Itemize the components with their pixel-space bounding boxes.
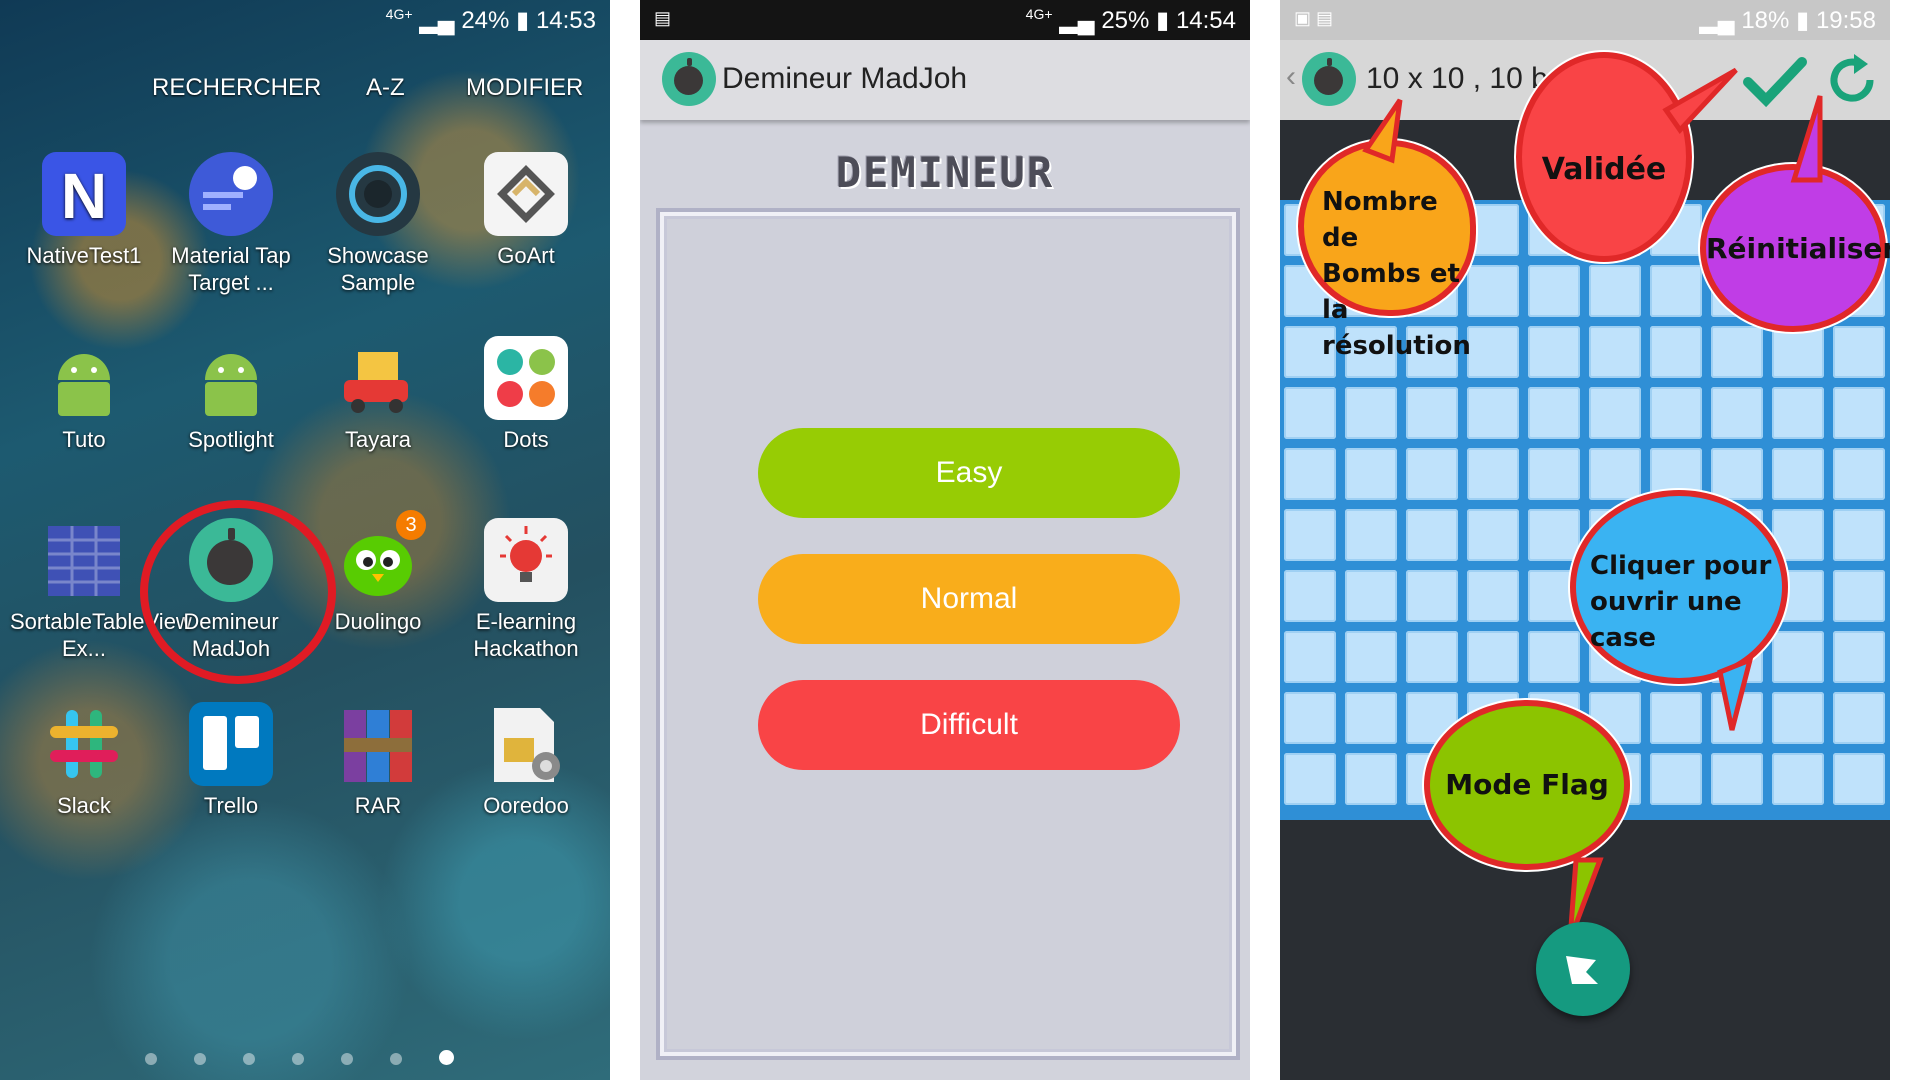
app-bar: Demineur MadJoh	[640, 40, 1250, 120]
app-label: Slack	[57, 793, 111, 818]
page-dot[interactable]	[292, 1053, 304, 1065]
signal-icon: ▂▄	[1059, 7, 1095, 34]
app-label: SortableTableView Ex...	[10, 609, 192, 661]
app-label: Spotlight	[188, 427, 274, 452]
showcase-icon	[336, 152, 420, 236]
duolingo-icon: 3	[336, 510, 426, 602]
app-spotlight[interactable]: Spotlight	[157, 336, 305, 453]
app-label: Showcase Sample	[327, 243, 429, 295]
normal-button[interactable]: Normal	[758, 554, 1180, 644]
app-goart[interactable]: GoArt	[452, 152, 600, 269]
app-trello[interactable]: Trello	[157, 702, 305, 819]
game-heading: DEMINEUR	[835, 148, 1055, 197]
bubble-tails	[1362, 67, 1823, 941]
app-showcase-sample[interactable]: Showcase Sample	[304, 152, 452, 296]
app-nativetest1[interactable]: N NativeTest1	[10, 152, 158, 269]
bulb-icon	[484, 518, 568, 602]
page-dot[interactable]	[341, 1053, 353, 1065]
native-n-icon: N	[42, 152, 126, 236]
menu-board: Easy Normal Difficult	[656, 208, 1240, 1060]
app-sortabletableview[interactable]: SortableTableView Ex...	[10, 518, 192, 662]
app-label: Trello	[203, 793, 259, 818]
launcher-screen: 4G+ ▂▄ 24% ▮ 14:53 RECHERCHER A-Z MODIFI…	[0, 0, 610, 1080]
rar-icon	[336, 702, 420, 786]
battery-level: 24%	[461, 7, 510, 34]
trello-icon	[189, 702, 273, 786]
app-tuto[interactable]: Tuto	[10, 336, 158, 453]
sim-icon	[484, 702, 568, 786]
page-dot-current[interactable]	[439, 1050, 454, 1065]
app-label: Dots	[503, 427, 549, 452]
app-label: GoArt	[497, 243, 555, 268]
app-label: Tuto	[62, 427, 106, 452]
wifi-icon: ▤	[654, 8, 672, 28]
signal-icon: ▂▄	[419, 7, 455, 34]
edit-menu-item[interactable]: MODIFIER	[466, 74, 583, 102]
clock: 14:53	[535, 7, 596, 34]
status-bar: ▤ 4G+ ▂▄ 25% ▮ 14:54	[640, 0, 1250, 40]
page-dot[interactable]	[194, 1053, 206, 1065]
bomb-logo-icon	[662, 52, 716, 106]
sortable-icon	[42, 518, 126, 602]
easy-button[interactable]: Easy	[758, 428, 1180, 518]
flag-icon	[1566, 956, 1598, 984]
app-label: Material Tap Target ...	[171, 243, 291, 295]
app-label: NativeTest1	[26, 243, 142, 268]
notification-badge: 3	[396, 510, 426, 540]
network-indicator: 4G+	[385, 6, 413, 22]
android-icon	[189, 336, 273, 420]
app-label: Tayara	[344, 427, 412, 452]
dots-icon	[484, 336, 568, 420]
game-screen: ▣ ▤ ▂▄ 18% ▮ 19:58 ‹ 10 x 10 , 10 b Nomb…	[1280, 0, 1890, 1080]
difficult-button[interactable]: Difficult	[758, 680, 1180, 770]
app-label: RAR	[354, 793, 402, 818]
app-label: E-learning Hackathon	[473, 609, 579, 661]
sort-az-menu-item[interactable]: A-Z	[366, 74, 405, 102]
app-dots[interactable]: Dots	[452, 336, 600, 453]
app-ooredoo[interactable]: Ooredoo	[452, 702, 600, 819]
search-menu-item[interactable]: RECHERCHER	[152, 74, 321, 102]
app-tayara[interactable]: Tayara	[304, 336, 452, 453]
page-dot[interactable]	[145, 1053, 157, 1065]
android-icon	[42, 336, 126, 420]
app-elearning-hackathon[interactable]: E-learning Hackathon	[452, 518, 600, 662]
page-dot[interactable]	[243, 1053, 255, 1065]
status-bar: 4G+ ▂▄ 24% ▮ 14:53	[0, 0, 610, 40]
battery-icon: ▮	[516, 7, 530, 34]
goart-icon	[484, 152, 568, 236]
tayara-icon	[336, 336, 420, 420]
svg-text:N: N	[61, 160, 107, 232]
app-title: Demineur MadJoh	[722, 62, 968, 95]
clock: 14:54	[1175, 7, 1236, 34]
network-indicator: 4G+	[1025, 6, 1053, 22]
highlight-circle	[140, 500, 336, 684]
app-label: Ooredoo	[483, 793, 569, 818]
battery-icon: ▮	[1156, 7, 1170, 34]
difficulty-screen: ▤ 4G+ ▂▄ 25% ▮ 14:54 Demineur MadJoh DEM…	[640, 0, 1250, 1080]
app-rar[interactable]: RAR	[304, 702, 452, 819]
material-icon	[189, 152, 273, 236]
flag-mode-button[interactable]	[1536, 922, 1630, 1016]
page-indicator	[145, 1050, 491, 1070]
app-material-tap-target[interactable]: Material Tap Target ...	[157, 152, 305, 296]
launcher-menu: RECHERCHER A-Z MODIFIER	[0, 74, 610, 114]
battery-level: 25%	[1101, 7, 1150, 34]
slack-icon	[42, 702, 126, 786]
app-slack[interactable]: Slack	[10, 702, 158, 819]
page-dot[interactable]	[390, 1053, 402, 1065]
